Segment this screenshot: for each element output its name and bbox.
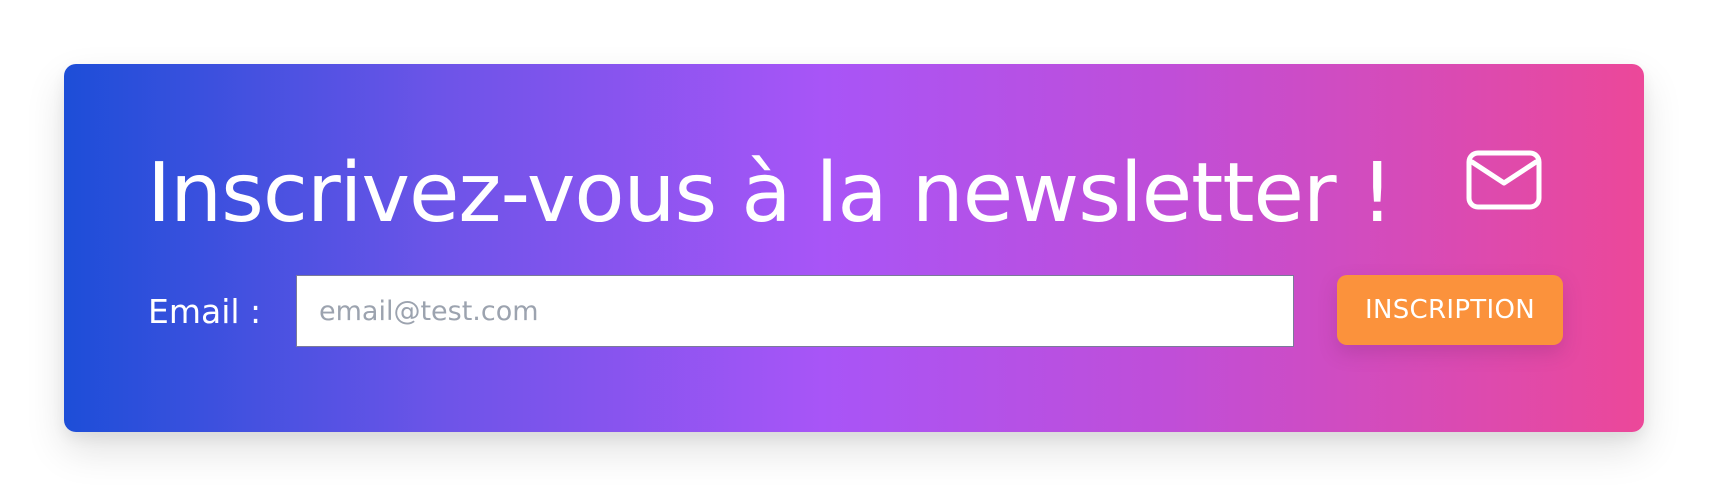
inscription-button[interactable]: INSCRIPTION [1337,275,1563,345]
envelope-icon [1466,150,1542,210]
newsletter-card: Inscrivez-vous à la newsletter ! Email :… [64,64,1644,432]
email-label: Email : [148,292,262,331]
newsletter-title: Inscrivez-vous à la newsletter ! [147,146,1394,241]
email-input[interactable] [296,275,1294,347]
